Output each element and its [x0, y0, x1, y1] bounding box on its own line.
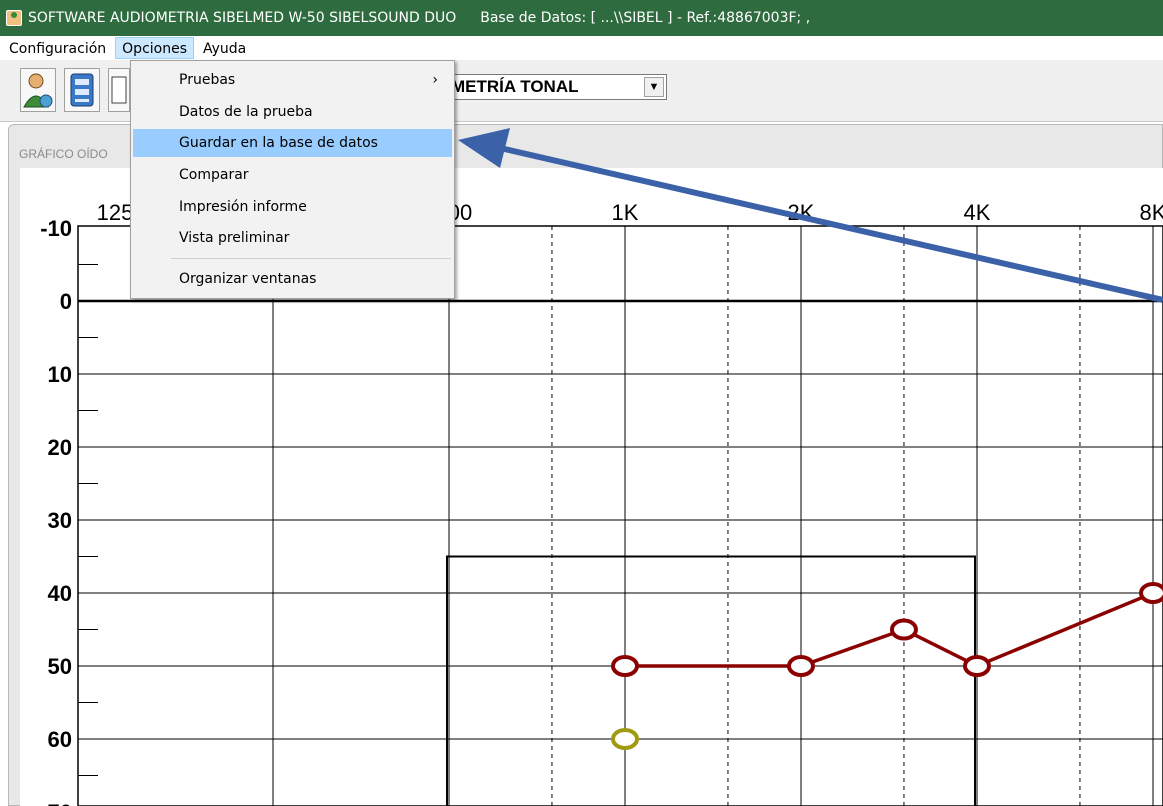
data-point-circle [963, 655, 991, 677]
y-tick-label: 10 [48, 362, 72, 387]
x-tick-label: 125 [97, 200, 134, 225]
chevron-down-icon[interactable]: ▼ [644, 77, 664, 97]
x-tick-label: 2K [788, 200, 815, 225]
y-tick-label: 30 [48, 508, 72, 533]
document-button[interactable] [108, 68, 130, 112]
patient-icon [23, 73, 53, 108]
menu-item-datos-prueba[interactable]: Datos de la prueba [133, 98, 452, 126]
y-tick-label: 50 [48, 654, 72, 679]
app-icon [6, 10, 22, 26]
menu-configuracion[interactable]: Configuración [2, 37, 113, 59]
chevron-right-icon: › [432, 72, 438, 88]
range-rectangle [446, 555, 976, 806]
opciones-dropdown-menu: Pruebas › Datos de la prueba Guardar en … [130, 60, 455, 299]
data-point-circle [611, 728, 639, 750]
y-tick-label: -10 [40, 216, 72, 241]
menu-item-impresion[interactable]: Impresión informe [133, 193, 452, 221]
y-tick-label: 70 [48, 800, 72, 806]
menu-item-pruebas[interactable]: Pruebas › [133, 66, 452, 94]
data-point-circle [1139, 582, 1163, 604]
test-type-select[interactable]: METRÍA TONAL ▼ [440, 74, 667, 100]
menu-opciones[interactable]: Opciones [115, 37, 194, 59]
menu-item-organizar[interactable]: Organizar ventanas [133, 265, 452, 293]
menu-item-datos-prueba-label: Datos de la prueba [179, 104, 313, 120]
x-tick-label: 4K [964, 200, 991, 225]
menu-item-organizar-label: Organizar ventanas [179, 271, 317, 287]
y-tick-label: 20 [48, 435, 72, 460]
data-point-circle [787, 655, 815, 677]
series-line [625, 591, 1154, 668]
menu-item-impresion-label: Impresión informe [179, 199, 307, 215]
menu-bar: Configuración Opciones Ayuda [0, 36, 1163, 60]
menu-item-guardar-label: Guardar en la base de datos [179, 135, 378, 151]
database-button[interactable] [64, 68, 100, 112]
menu-ayuda[interactable]: Ayuda [196, 37, 253, 59]
menu-separator [171, 258, 451, 259]
menu-item-pruebas-label: Pruebas [179, 72, 236, 88]
data-point-circle [611, 655, 639, 677]
test-type-value: METRÍA TONAL [451, 77, 579, 96]
panel-caption: GRÁFICO OÍDO [19, 147, 108, 161]
menu-item-vista-preliminar[interactable]: Vista preliminar [133, 224, 452, 252]
menu-item-guardar[interactable]: Guardar en la base de datos [133, 129, 452, 157]
database-info: Base de Datos: [ ...\\SIBEL ] - Ref.:488… [480, 10, 811, 26]
menu-item-comparar[interactable]: Comparar [133, 161, 452, 189]
title-bar: SOFTWARE AUDIOMETRIA SIBELMED W-50 SIBEL… [0, 0, 1163, 36]
document-icon [111, 76, 127, 104]
patient-button[interactable] [20, 68, 56, 112]
database-icon [70, 73, 94, 107]
menu-item-comparar-label: Comparar [179, 167, 249, 183]
menu-item-vista-preliminar-label: Vista preliminar [179, 230, 290, 246]
data-point-circle [889, 618, 918, 641]
y-tick-label: 0 [60, 289, 72, 314]
plot-frame [77, 225, 1163, 806]
y-tick-label: 40 [48, 581, 72, 606]
x-tick-label: 8K [1140, 200, 1163, 225]
x-tick-label: 1K [612, 200, 639, 225]
window-title: SOFTWARE AUDIOMETRIA SIBELMED W-50 SIBEL… [28, 10, 457, 26]
y-tick-label: 60 [48, 727, 72, 752]
